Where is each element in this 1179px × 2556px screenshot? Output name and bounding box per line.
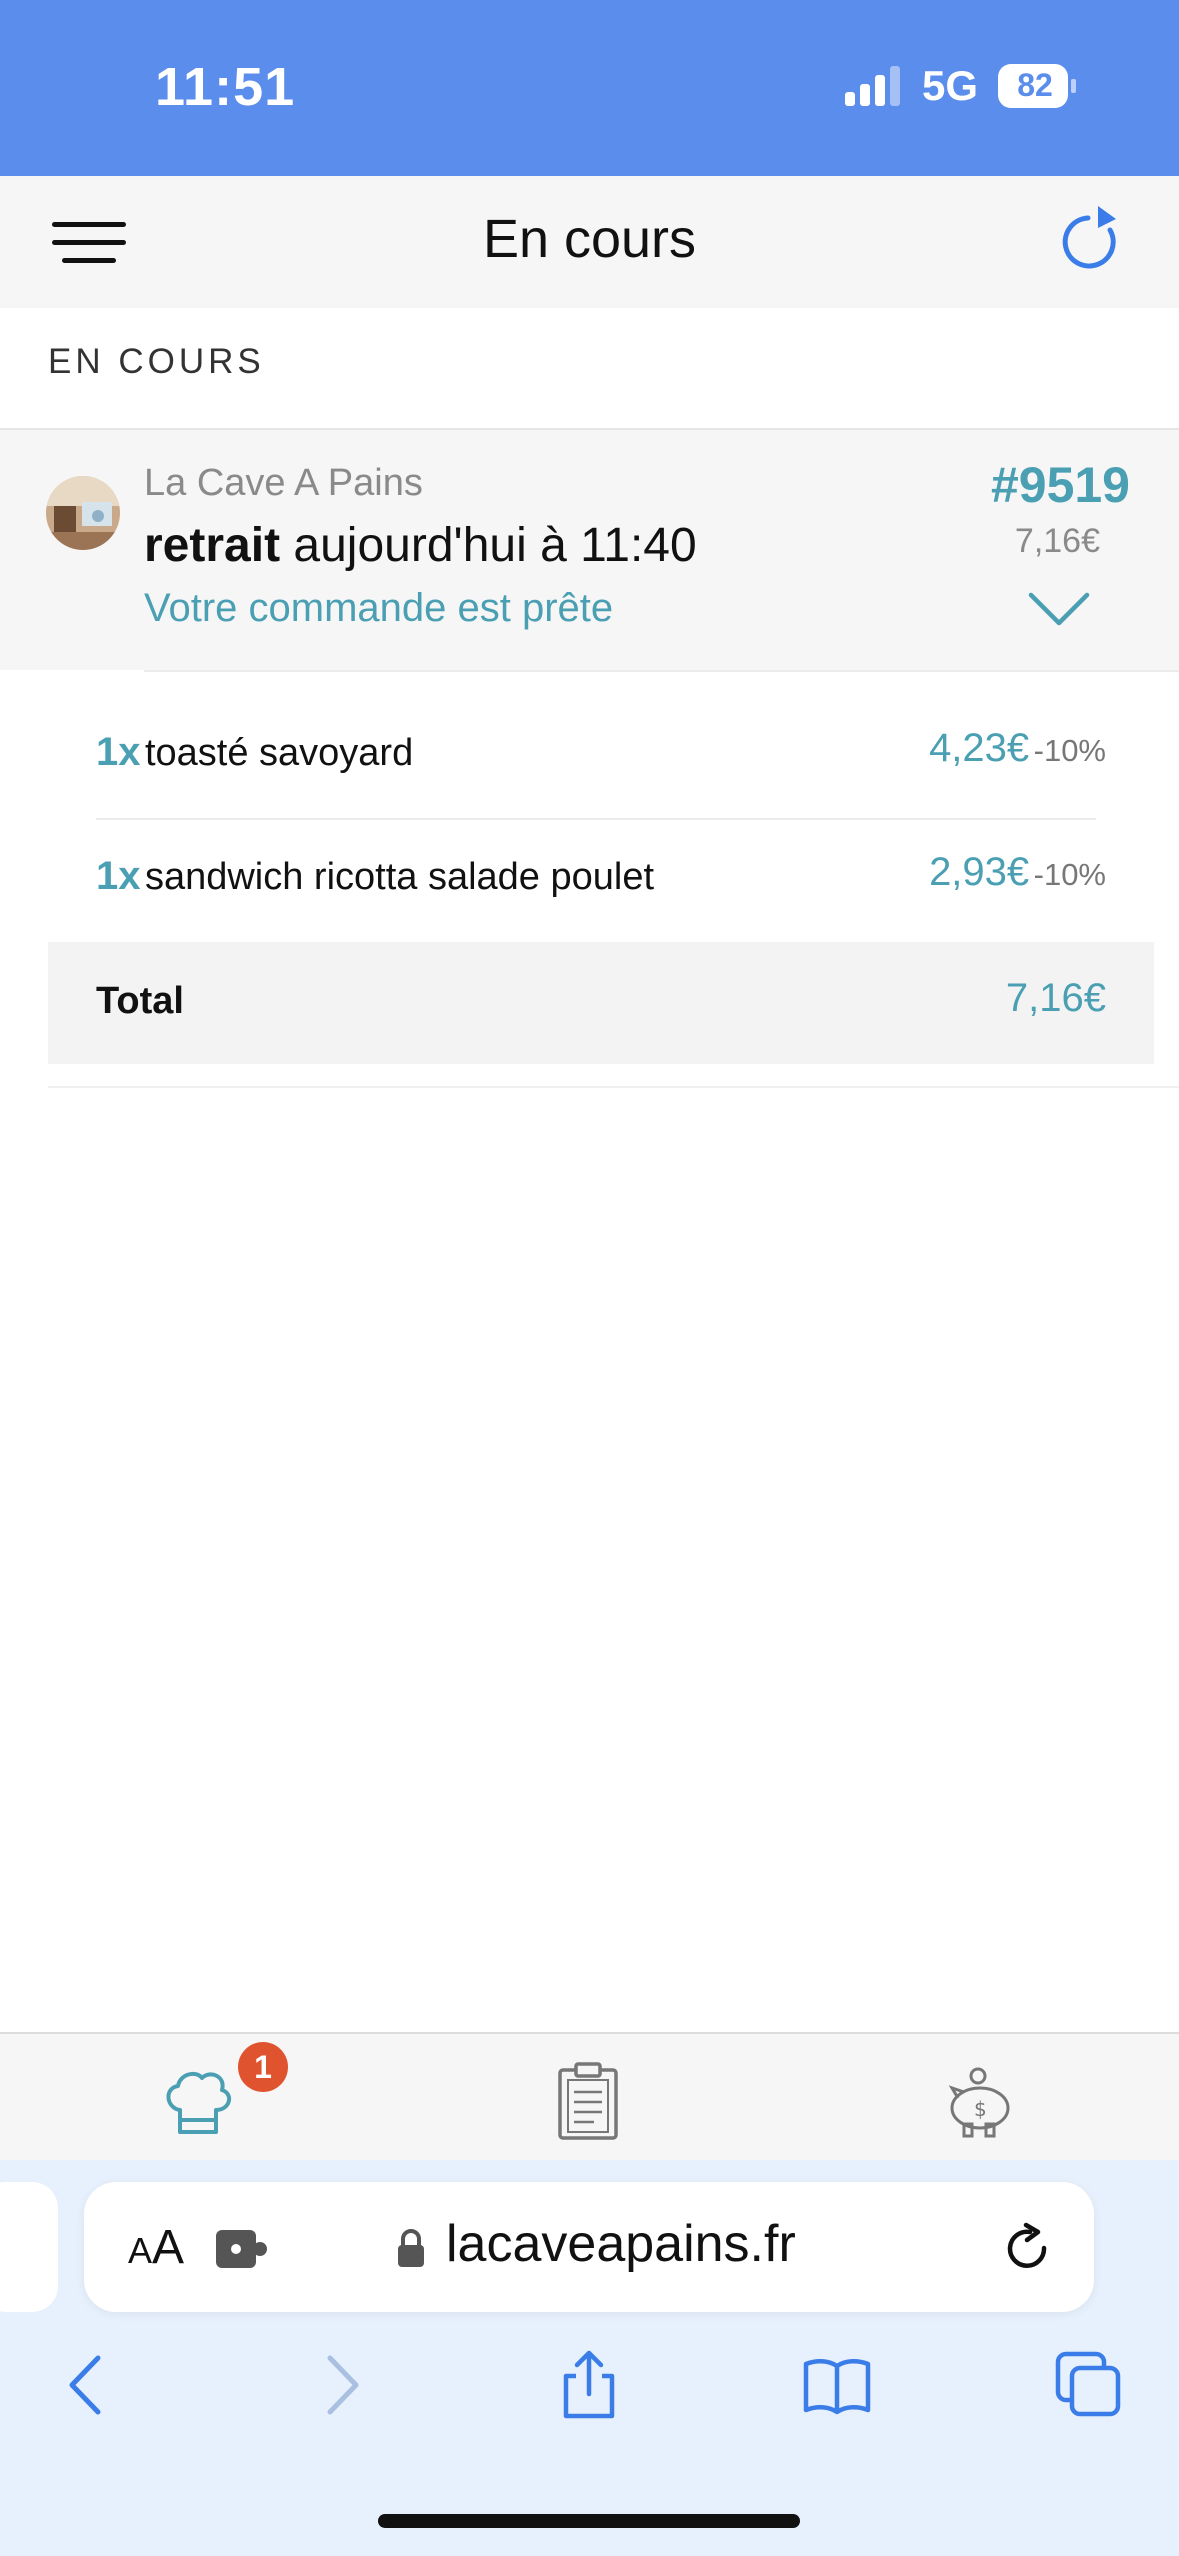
pickup-time: retrait aujourd'hui à 11:40 [144, 518, 697, 573]
page-title: En cours [482, 209, 697, 269]
item-discount: -10% [1033, 857, 1106, 892]
item-price-group: 2,93€ -10% [880, 850, 1106, 895]
item-price: 4,23€ [929, 726, 1030, 770]
restaurant-name: La Cave A Pains [144, 462, 423, 504]
restaurant-avatar [46, 476, 120, 550]
reload-icon[interactable] [1000, 2222, 1056, 2278]
tabs-icon[interactable] [1054, 2350, 1124, 2420]
item-price-group: 4,23€ -10% [880, 726, 1106, 771]
order-number: #9519 [990, 457, 1130, 513]
item-qty: 1x [96, 730, 141, 774]
chef-hat-icon[interactable] [158, 2062, 238, 2142]
item-name: toasté savoyard [144, 732, 414, 774]
divider [96, 818, 1096, 820]
notification-badge: 1 [238, 2042, 288, 2092]
home-indicator [378, 2514, 800, 2528]
svg-text:$: $ [974, 2097, 987, 2121]
divider [144, 670, 1179, 672]
item-name: sandwich ricotta salade poulet [144, 856, 655, 898]
extension-icon[interactable] [214, 2228, 268, 2270]
lock-icon [398, 2229, 424, 2267]
piggy-bank-icon[interactable]: $ [938, 2062, 1018, 2142]
forward-icon[interactable] [306, 2350, 376, 2420]
list-item: 1x sandwich ricotta salade poulet [96, 854, 654, 899]
item-price: 2,93€ [929, 850, 1030, 894]
share-icon[interactable] [554, 2350, 624, 2420]
section-label: EN COURS [48, 342, 265, 381]
refresh-icon[interactable] [1058, 206, 1128, 276]
order-total: 7,16€ [1014, 522, 1100, 560]
previous-tab-preview[interactable] [0, 2182, 58, 2312]
signal-icon [845, 66, 900, 106]
order-status: Votre commande est prête [144, 586, 614, 630]
url-text: lacaveapains.fr [446, 2215, 796, 2273]
battery-level: 82 [1017, 67, 1053, 103]
back-icon[interactable] [52, 2350, 122, 2420]
total-value: 7,16€ [1005, 976, 1106, 1020]
bookmarks-icon[interactable] [802, 2350, 872, 2420]
network-type: 5G [922, 62, 979, 109]
item-qty: 1x [96, 854, 141, 898]
status-time: 11:51 [155, 57, 296, 117]
pickup-when: aujourd'hui à 11:40 [293, 519, 697, 572]
text-size-large: A [152, 2221, 185, 2274]
text-size-button[interactable]: AA [128, 2220, 184, 2275]
text-size-small: A [128, 2230, 153, 2271]
list-item: 1x toasté savoyard [96, 730, 413, 775]
chevron-down-icon[interactable] [1028, 590, 1090, 628]
item-discount: -10% [1033, 733, 1106, 768]
clipboard-icon[interactable] [548, 2062, 628, 2142]
total-label: Total [96, 980, 184, 1022]
pickup-label: retrait [144, 519, 281, 572]
divider [48, 1086, 1179, 1088]
